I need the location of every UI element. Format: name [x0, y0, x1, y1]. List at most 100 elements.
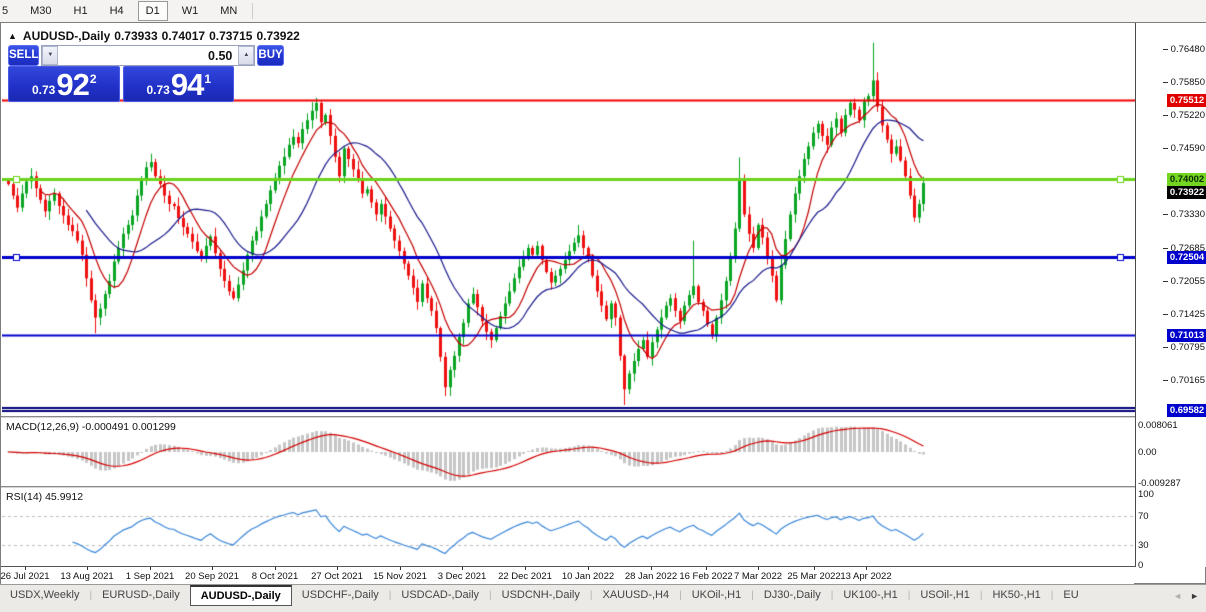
ohlc-open: 0.73933	[114, 29, 158, 43]
date-label: 7 Mar 2022	[733, 571, 783, 582]
timeframe-button-mn[interactable]: MN	[212, 1, 245, 21]
tabs-scroll-right-icon[interactable]: ►	[1186, 589, 1203, 603]
price-level-badge: 0.73922	[1167, 185, 1206, 199]
buy-button[interactable]: BUY	[257, 45, 284, 66]
chart-window: ▲ AUDUSD-,Daily 0.73933 0.74017 0.73715 0.739…	[0, 22, 1206, 585]
chart-header: ▲ AUDUSD-,Daily 0.73933 0.74017 0.73715 0.739…	[8, 29, 304, 43]
buy-price-prefix: 0.73	[146, 83, 170, 97]
price-level-badge: 0.72504	[1167, 251, 1206, 265]
ohlc-high: 0.74017	[161, 29, 206, 43]
price-tick-label: 0.70795	[1170, 341, 1205, 353]
buy-price-button[interactable]: 0.73 94 1	[122, 66, 234, 102]
date-label: 8 Oct 2021	[251, 571, 299, 582]
sell-price-pips: 92	[56, 67, 89, 102]
rsi-indicator-label: RSI(14) 45.9912	[6, 491, 84, 503]
price-tick-mark	[1163, 49, 1168, 50]
date-tick-mark	[212, 567, 213, 570]
date-tick-mark	[337, 567, 338, 570]
price-tick-label: 0.75220	[1170, 109, 1205, 121]
sell-button[interactable]: SELL	[8, 45, 40, 66]
macd-axis-label: -0.009287	[1138, 477, 1181, 489]
date-tick-mark	[400, 567, 401, 570]
date-tick-mark	[758, 567, 759, 570]
price-tick-mark	[1163, 247, 1168, 249]
date-label: 15 Nov 2021	[373, 571, 427, 582]
date-label: 20 Sep 2021	[185, 571, 239, 582]
sell-price-point: 2	[89, 72, 97, 86]
date-tick-mark	[87, 567, 88, 570]
chart-tab-hk50-h1[interactable]: HK50-,H1	[982, 585, 1050, 604]
date-tick-mark	[275, 567, 276, 570]
date-label: 3 Dec 2021	[437, 571, 487, 582]
date-label: 1 Sep 2021	[125, 571, 175, 582]
timeframe-button-5[interactable]: 5	[1, 1, 16, 21]
price-tick-label: 0.75850	[1170, 76, 1205, 88]
chart-tab-eu[interactable]: EU	[1053, 585, 1078, 604]
sell-price-button[interactable]: 0.73 92 2	[8, 66, 120, 102]
date-label: 22 Dec 2021	[498, 571, 552, 582]
chart-tab-usoil-h1[interactable]: USOil-,H1	[910, 585, 980, 604]
price-level-badge: 0.74002	[1167, 172, 1206, 186]
ohlc-low: 0.73715	[209, 29, 253, 43]
date-tick-mark	[525, 567, 526, 570]
price-tick-mark	[1163, 313, 1168, 315]
date-label: 27 Oct 2021	[311, 571, 363, 582]
date-tick-mark	[25, 567, 26, 570]
macd-axis-label: 0.008061	[1138, 420, 1178, 432]
toolbar-separator	[252, 3, 254, 19]
symbol-period-label: AUDUSD-,Daily	[22, 29, 111, 43]
buy-price-pips: 94	[170, 67, 204, 102]
timeframe-button-w1[interactable]: W1	[174, 1, 207, 21]
date-label: 25 Mar 2022	[787, 571, 841, 582]
price-tick-mark	[1163, 213, 1168, 215]
date-tick-mark	[706, 567, 707, 570]
chart-tab-ukoil-h1[interactable]: UKOil-,H1	[682, 585, 752, 604]
price-level-badge: 0.71013	[1167, 329, 1206, 343]
rsi-panel-canvas[interactable]	[2, 488, 1135, 566]
date-tick-mark	[150, 567, 151, 570]
volume-input[interactable]	[58, 46, 239, 65]
chart-tab-uk100-h1[interactable]: UK100-,H1	[833, 585, 907, 604]
timeframe-button-h1[interactable]: H1	[66, 1, 96, 21]
timeframe-button-h4[interactable]: H4	[102, 1, 132, 21]
collapse-panel-icon[interactable]: ▲	[8, 31, 17, 41]
price-tick-mark	[1163, 280, 1168, 282]
price-tick-label: 0.72055	[1170, 275, 1205, 287]
chart-tab-usdx-weekly[interactable]: USDX,Weekly	[0, 585, 89, 604]
tabs-scroll-left-icon[interactable]: ◄	[1169, 589, 1186, 603]
date-label: 13 Aug 2021	[60, 571, 114, 582]
date-tick-mark	[651, 567, 652, 570]
price-tick-label: 0.70165	[1170, 374, 1205, 386]
date-label: 13 Apr 2022	[840, 571, 892, 582]
date-axis: 26 Jul 2021 13 Aug 2021 1 Sep 2021 20 Sep 2…	[0, 567, 1134, 585]
volume-stepper: ▼ ▲	[41, 45, 256, 66]
sell-price-prefix: 0.73	[31, 83, 56, 97]
price-tick-label: 0.76480	[1170, 44, 1205, 55]
price-tick-mark	[1163, 81, 1168, 83]
price-tick-mark	[1163, 379, 1168, 381]
price-tick-label: 0.71425	[1170, 308, 1205, 320]
date-label: 10 Jan 2022	[561, 571, 615, 582]
tab-scroll-arrows: ◄ ►	[1169, 585, 1206, 607]
chart-tab-usdcad-daily[interactable]: USDCAD-,Daily	[391, 585, 489, 604]
price-tick-mark	[1163, 114, 1168, 116]
price-level-badge: 0.75512	[1167, 93, 1206, 107]
one-click-trading-panel: SELL ▼ ▲ BUY 0.73 92 2 0.73 94 1	[8, 45, 284, 102]
chart-tab-audusd-daily[interactable]: AUDUSD-,Daily	[189, 585, 292, 606]
price-level-badge: 0.69582	[1167, 404, 1206, 418]
rsi-axis-label: 100	[1138, 489, 1154, 501]
chart-tab-usdchf-daily[interactable]: USDCHF-,Daily	[292, 585, 389, 604]
chart-tab-eurusd-daily[interactable]: EURUSD-,Daily	[92, 585, 190, 604]
volume-decrease-icon[interactable]: ▼	[42, 46, 59, 65]
date-tick-mark	[814, 567, 815, 570]
chart-tab-usdcnh-daily[interactable]: USDCNH-,Daily	[492, 585, 590, 604]
macd-indicator-label: MACD(12,26,9) -0.000491 0.001299	[6, 421, 176, 433]
timeframe-button-d1[interactable]: D1	[137, 1, 168, 21]
trading-terminal: 5 M30 H1 H4 D1 W1 MN ▲ AUDUSD-,Daily 0.73933 0.74…	[0, 0, 1206, 612]
date-tick-mark	[588, 567, 589, 570]
macd-axis-label: 0.00	[1138, 447, 1157, 458]
chart-tab-xauusd-h4[interactable]: XAUUSD-,H4	[592, 585, 679, 604]
chart-tab-dj30-daily[interactable]: DJ30-,Daily	[754, 585, 831, 604]
timeframe-button-m30[interactable]: M30	[22, 1, 59, 21]
volume-increase-icon[interactable]: ▲	[238, 46, 255, 65]
